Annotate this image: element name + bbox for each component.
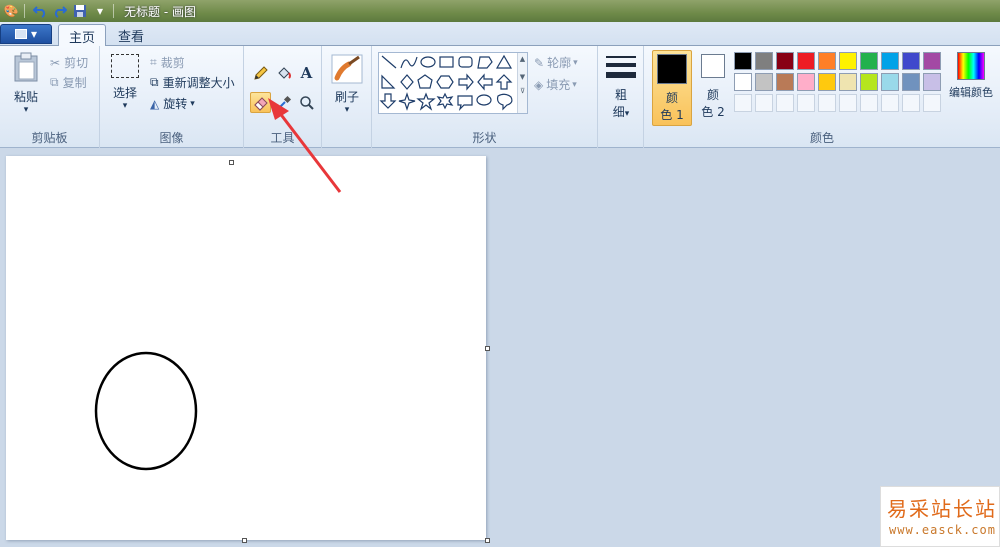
annotation-arrow [268,98,342,193]
watermark-url: www.easck.com [889,523,996,537]
arrow-shaft [277,111,342,193]
arrow-head [268,98,289,120]
watermark: 易采站长站 www.easck.com [880,486,1000,547]
watermark-logo-text: 易采站长站 [887,497,997,521]
